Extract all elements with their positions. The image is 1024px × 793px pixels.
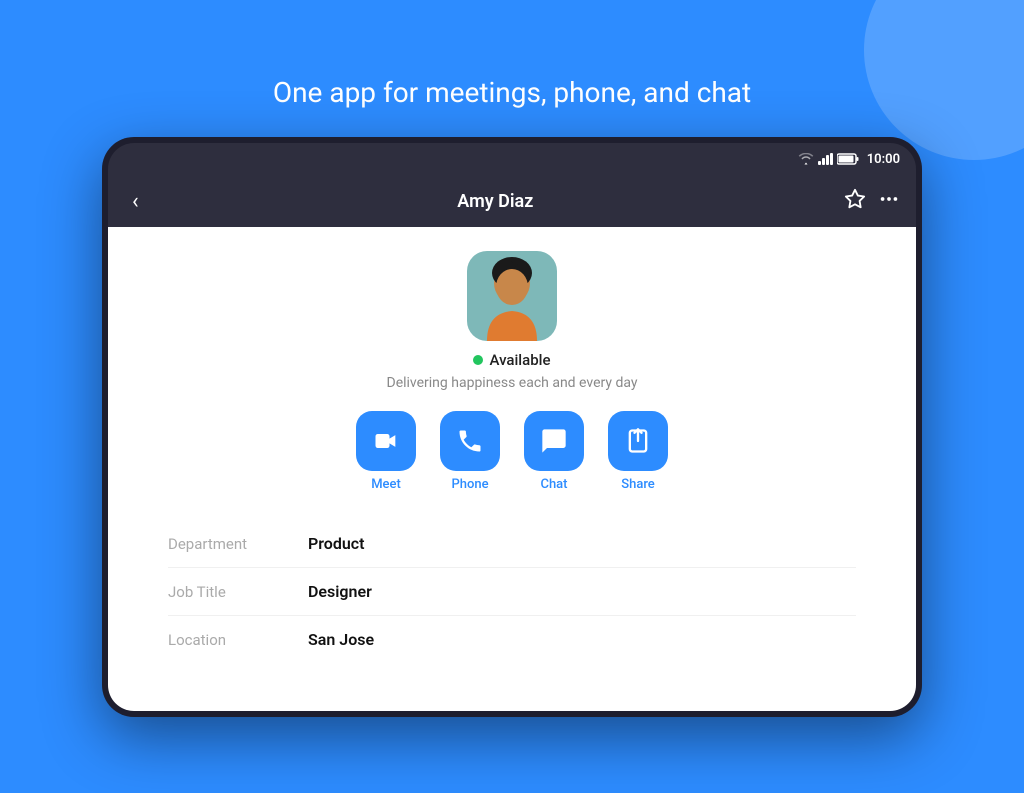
avatar-image — [467, 251, 557, 341]
avatar — [467, 251, 557, 341]
header-actions — [844, 188, 900, 215]
tablet-device: 10:00 ‹ Amy Diaz — [102, 137, 922, 717]
favorite-icon[interactable] — [844, 188, 866, 215]
tablet-screen: 10:00 ‹ Amy Diaz — [108, 143, 916, 711]
meet-label: Meet — [371, 477, 401, 492]
chat-label: Chat — [540, 477, 567, 492]
location-value: San Jose — [308, 630, 374, 649]
location-key: Location — [168, 631, 308, 649]
chat-icon — [540, 427, 568, 455]
jobtitle-key: Job Title — [168, 583, 308, 601]
share-button[interactable] — [608, 411, 668, 471]
wifi-icon — [798, 153, 814, 165]
status-time: 10:00 — [867, 152, 900, 167]
chat-button[interactable] — [524, 411, 584, 471]
location-row: Location San Jose — [168, 616, 856, 663]
back-button[interactable]: ‹ — [124, 185, 147, 218]
status-icons: 10:00 — [798, 152, 900, 167]
share-icon — [624, 427, 652, 455]
phone-button[interactable] — [440, 411, 500, 471]
phone-label: Phone — [451, 477, 488, 492]
phone-icon — [456, 427, 484, 455]
status-text: Available — [489, 351, 550, 369]
status-bar: 10:00 — [108, 143, 916, 175]
app-header: ‹ Amy Diaz — [108, 175, 916, 227]
department-row: Department Product — [168, 520, 856, 568]
profile-content: Available Delivering happiness each and … — [108, 227, 916, 711]
more-options-icon[interactable] — [878, 188, 900, 215]
status-row: Available — [473, 351, 550, 369]
department-key: Department — [168, 535, 308, 553]
info-table: Department Product Job Title Designer Lo… — [108, 520, 916, 663]
department-value: Product — [308, 534, 365, 553]
signal-icon — [818, 153, 833, 165]
share-label: Share — [621, 477, 655, 492]
bg-decoration — [864, 0, 1024, 160]
tagline: Delivering happiness each and every day — [387, 375, 638, 391]
meet-action[interactable]: Meet — [356, 411, 416, 492]
phone-action[interactable]: Phone — [440, 411, 500, 492]
page-headline: One app for meetings, phone, and chat — [273, 76, 751, 109]
actions-row: Meet Phone Chat — [356, 411, 668, 492]
jobtitle-value: Designer — [308, 582, 372, 601]
share-action[interactable]: Share — [608, 411, 668, 492]
jobtitle-row: Job Title Designer — [168, 568, 856, 616]
status-indicator — [473, 355, 483, 365]
video-icon — [372, 427, 400, 455]
meet-button[interactable] — [356, 411, 416, 471]
contact-name: Amy Diaz — [147, 191, 844, 212]
battery-icon — [837, 153, 859, 165]
chat-action[interactable]: Chat — [524, 411, 584, 492]
